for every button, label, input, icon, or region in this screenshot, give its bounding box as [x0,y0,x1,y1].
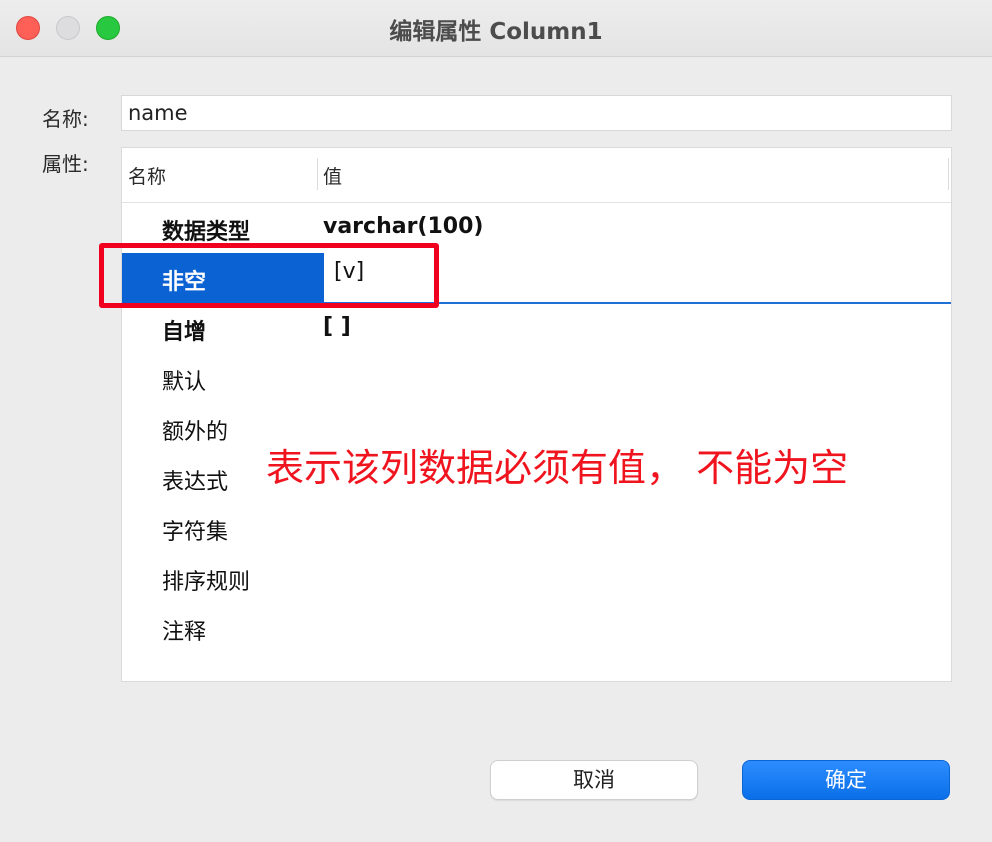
property-name: 注释 [162,620,207,645]
column-header-value[interactable]: 值 [323,162,342,189]
title-bar: 编辑属性 Column1 [0,0,992,57]
properties-label: 属性: [42,152,89,176]
cancel-button[interactable]: 取消 [490,760,698,800]
property-name: 数据类型 [162,220,251,245]
column-divider[interactable] [948,158,949,190]
edit-properties-dialog: 编辑属性 Column1 名称: 属性: 名称 值 数据类型 varchar(10… [0,0,992,842]
highlight-box [99,243,439,308]
table-row[interactable]: 自增 [ ] [122,303,951,353]
ok-button[interactable]: 确定 [742,760,950,800]
column-header-name[interactable]: 名称 [128,162,166,189]
property-name: 自增 [162,320,207,345]
property-name: 额外的 [162,420,229,445]
window-title: 编辑属性 Column1 [389,19,603,45]
annotation-text: 表示该列数据必须有值， 不能为空 [266,446,849,490]
column-divider[interactable] [317,158,318,190]
name-input[interactable] [121,95,952,131]
name-label: 名称: [42,107,89,131]
property-value[interactable]: [ ] [323,314,351,339]
property-name: 默认 [162,370,207,395]
table-row[interactable]: 注释 [122,603,951,653]
table-row[interactable]: 默认 [122,353,951,403]
table-row[interactable]: 排序规则 [122,553,951,603]
property-name: 表达式 [162,470,229,495]
properties-table: 名称 值 数据类型 varchar(100) 非空 [v] 自增[ ] 默认 额外的 表达式字… [121,147,952,682]
table-row[interactable]: 字符集 [122,503,951,553]
property-name: 排序规则 [162,570,251,595]
table-header: 名称 值 [122,148,951,203]
property-name: 字符集 [162,520,229,545]
property-value[interactable]: varchar(100) [323,214,483,239]
